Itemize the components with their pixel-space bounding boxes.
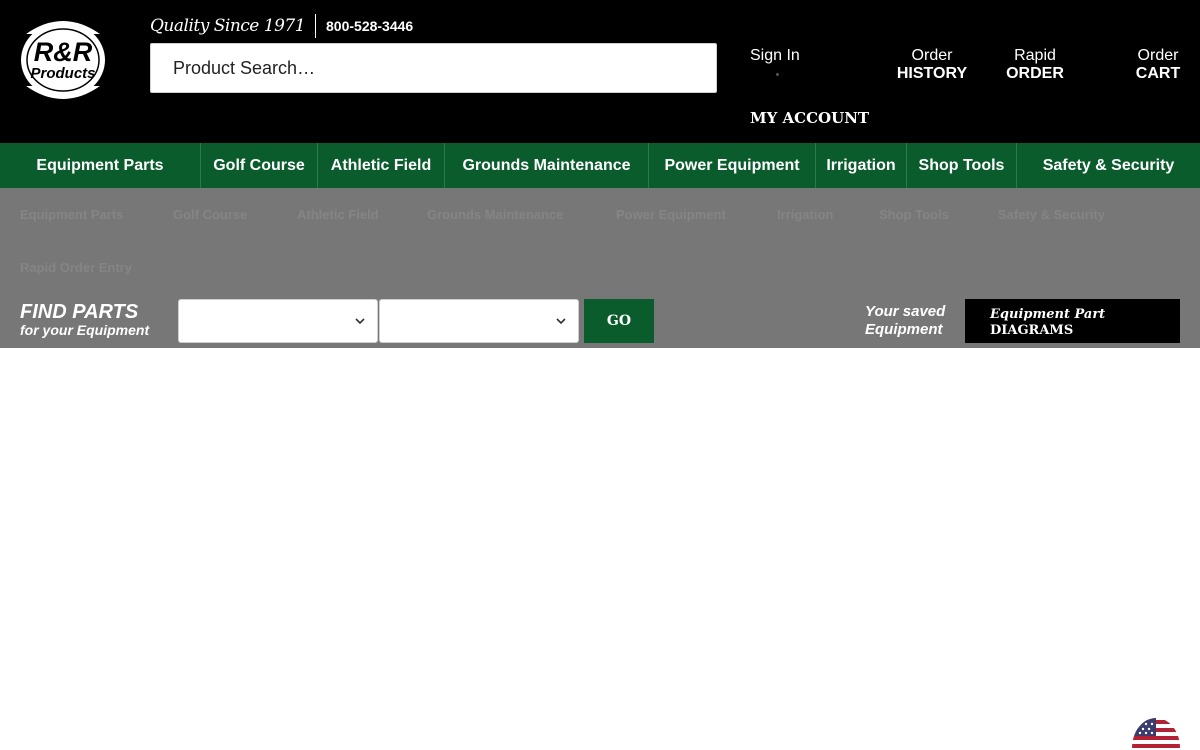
saved-equipment-line2: Equipment: [865, 321, 943, 338]
sign-in-dot: [776, 73, 779, 76]
sign-in-label: Sign In: [750, 47, 800, 64]
sign-in-link[interactable]: Sign In: [750, 47, 800, 76]
order-cart-line1: Order: [1137, 47, 1179, 64]
equipment-type-select[interactable]: [178, 299, 378, 343]
submenu-shop-tools[interactable]: Shop Tools: [879, 207, 949, 222]
tagline-divider: [315, 14, 317, 38]
saved-equipment-line1: Your saved: [865, 303, 946, 320]
rapid-order-line1: Rapid: [1014, 47, 1056, 64]
equipment-part-diagrams-button[interactable]: Equipment Part DIAGRAMS: [965, 299, 1180, 343]
nav-grounds-maintenance[interactable]: Grounds Maintenance: [445, 143, 649, 188]
product-search-input[interactable]: [151, 44, 716, 92]
submenu-grounds-maintenance[interactable]: Grounds Maintenance: [427, 207, 564, 222]
order-history-link[interactable]: Order HISTORY: [892, 47, 972, 83]
tagline-text: Quality Since 1971: [150, 16, 306, 36]
diagrams-line1: Equipment Part: [990, 307, 1106, 322]
diagrams-line2: DIAGRAMS: [990, 323, 1074, 338]
svg-text:Products: Products: [30, 65, 95, 82]
chevron-down-icon: [355, 318, 365, 325]
us-flag-icon[interactable]: [1132, 718, 1180, 750]
submenu-power-equipment[interactable]: Power Equipment: [616, 207, 726, 222]
nav-power-equipment[interactable]: Power Equipment: [649, 143, 816, 188]
tagline-bar: Quality Since 1971 800-528-3446: [150, 14, 413, 38]
saved-equipment-link[interactable]: Your saved Equipment: [865, 303, 945, 339]
my-account-link[interactable]: MY ACCOUNT: [750, 109, 869, 127]
nav-equipment-parts[interactable]: Equipment Parts: [0, 143, 201, 188]
rapid-order-line2: ORDER: [1006, 65, 1064, 82]
find-parts-subtitle: for your Equipment: [20, 322, 150, 338]
nav-irrigation[interactable]: Irrigation: [816, 143, 907, 188]
site-header: R&R Products Quality Since 1971 800-528-…: [0, 0, 1200, 143]
submenu-equipment-parts[interactable]: Equipment Parts: [20, 207, 123, 222]
nav-shop-tools[interactable]: Shop Tools: [907, 143, 1017, 188]
submenu-athletic-field[interactable]: Athletic Field: [297, 207, 379, 222]
order-cart-line2: CART: [1135, 65, 1181, 82]
phone-number-link[interactable]: 800-528-3446: [326, 18, 413, 34]
submenu-rapid-order-entry[interactable]: Rapid Order Entry: [20, 260, 132, 275]
order-history-line2: HISTORY: [896, 65, 968, 82]
nav-safety-security[interactable]: Safety & Security: [1017, 143, 1200, 188]
nav-athletic-field[interactable]: Athletic Field: [318, 143, 445, 188]
nav-golf-course[interactable]: Golf Course: [201, 143, 318, 188]
order-history-line1: Order: [911, 47, 953, 64]
go-button[interactable]: GO: [584, 299, 654, 343]
chevron-down-icon: [556, 318, 566, 325]
submenu-safety-security[interactable]: Safety & Security: [998, 207, 1105, 222]
submenu-golf-course[interactable]: Golf Course: [173, 207, 247, 222]
order-cart-link[interactable]: Order CART: [1130, 47, 1186, 83]
rapid-order-link[interactable]: Rapid ORDER: [1000, 47, 1070, 83]
product-search-box: [150, 43, 717, 93]
equipment-model-select[interactable]: [379, 299, 579, 343]
rr-products-logo[interactable]: R&R Products: [18, 14, 108, 106]
main-nav: Equipment Parts Golf Course Athletic Fie…: [0, 143, 1200, 188]
find-parts-title: FIND PARTS: [20, 301, 139, 323]
svg-text:R&R: R&R: [34, 37, 93, 67]
submenu-irrigation[interactable]: Irrigation: [777, 207, 833, 222]
